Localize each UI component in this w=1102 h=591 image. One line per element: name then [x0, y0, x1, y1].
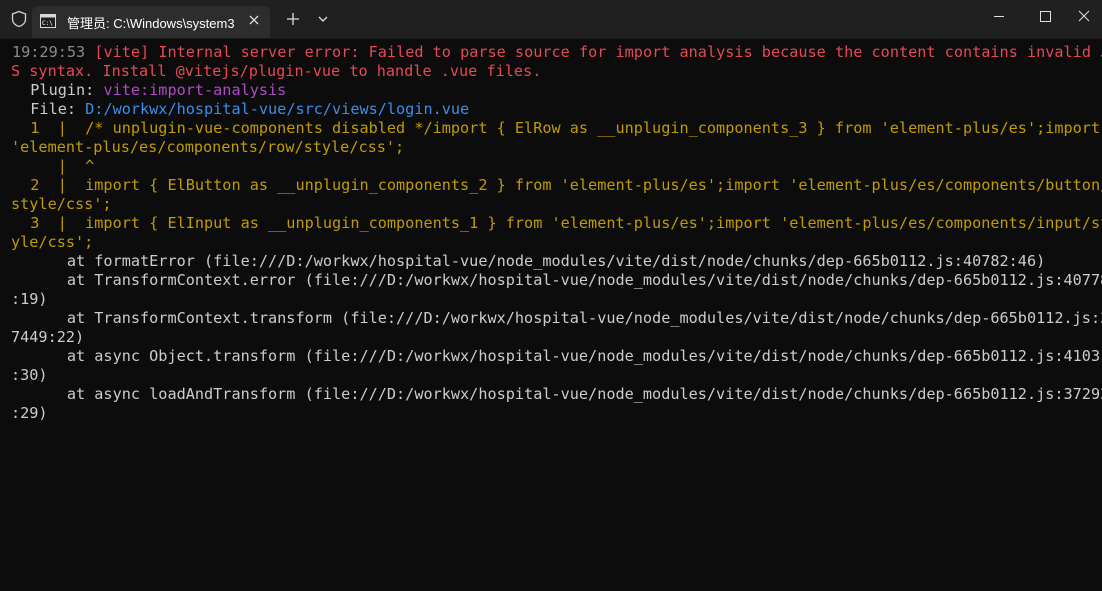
error-line-2: S syntax. Install @vitejs/plugin-vue to … — [11, 62, 542, 80]
tab-terminal[interactable]: C:\ 管理员: C:\Windows\system3 — [32, 6, 270, 38]
terminal-output[interactable]: 19:29:53 [vite] Internal server error: F… — [0, 43, 1102, 591]
file-label: File: — [12, 100, 86, 118]
svg-text:C:\: C:\ — [42, 20, 53, 27]
maximize-icon[interactable] — [1022, 0, 1068, 34]
stack-line: :30) — [11, 366, 48, 384]
plugin-value: vite:import-analysis — [103, 81, 287, 99]
code-line: 3 | import { ElInput as __unplugin_compo… — [12, 214, 1102, 232]
plus-icon[interactable] — [284, 10, 302, 28]
code-line: 'element-plus/es/components/row/style/cs… — [11, 138, 405, 156]
stack-line: at async loadAndTransform (file:///D:/wo… — [12, 385, 1102, 403]
terminal-icon: C:\ — [40, 14, 56, 28]
code-line: style/css'; — [11, 195, 112, 213]
timestamp: 19:29:53 — [12, 43, 86, 61]
error-message: Internal server error: Failed to parse s… — [149, 43, 1102, 61]
code-line: 2 | import { ElButton as __unplugin_comp… — [12, 176, 1102, 194]
file-path: D:/workwx/hospital-vue/src/views/login.v… — [85, 100, 470, 118]
stack-line: :19) — [11, 290, 48, 308]
stack-line: at async Object.transform (file:///D:/wo… — [12, 347, 1102, 365]
stack-line: at TransformContext.error (file:///D:/wo… — [12, 271, 1102, 289]
stack-line: :29) — [11, 404, 48, 422]
close-icon[interactable] — [1066, 0, 1102, 34]
chevron-down-icon[interactable] — [314, 11, 332, 27]
shield-icon — [11, 10, 27, 28]
code-line: 1 | /* unplugin-vue-components disabled … — [12, 119, 1101, 137]
vite-tag: [vite] — [94, 43, 150, 61]
close-tab-icon[interactable] — [246, 12, 262, 28]
tab-title: 管理员: C:\Windows\system3 — [67, 16, 235, 31]
stack-line: at TransformContext.transform (file:///D… — [12, 309, 1102, 327]
title-bar: C:\ 管理员: C:\Windows\system3 — [0, 0, 1102, 39]
code-caret-line: | ^ — [12, 157, 95, 175]
file-line: File: D:/workwx/hospital-vue/src/views/l… — [12, 100, 1102, 119]
code-line: yle/css'; — [11, 233, 94, 251]
stack-line: at formatError (file:///D:/workwx/hospit… — [12, 252, 1046, 270]
error-line-1: 19:29:53 [vite] Internal server error: F… — [12, 43, 1102, 62]
plugin-label: Plugin: — [12, 81, 104, 99]
plugin-line: Plugin: vite:import-analysis — [12, 81, 1102, 100]
minimize-icon[interactable] — [976, 0, 1022, 34]
stack-line: 7449:22) — [11, 328, 85, 346]
